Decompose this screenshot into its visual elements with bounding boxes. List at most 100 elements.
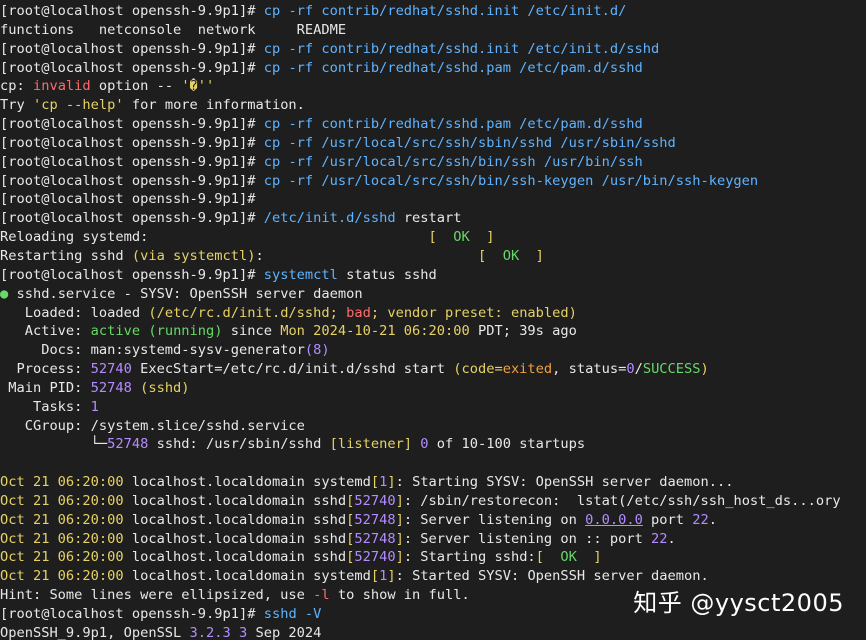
text-span: [ — [477, 247, 503, 264]
text-span: (code= — [453, 361, 503, 378]
log-date: Oct 21 06:20:00 — [0, 568, 124, 585]
command-name: /etc/init.d/sshd — [263, 210, 396, 227]
log-line: Oct 21 06:20:00 localhost.localdomain ss… — [0, 530, 866, 549]
text-span: ] — [395, 549, 404, 566]
text-span: Docs: — [0, 342, 83, 359]
text-span — [255, 116, 263, 132]
command-line: [root@localhost openssh-9.9p1]# cp -rf c… — [0, 59, 866, 78]
text-span: 0.0.0.0 — [585, 511, 643, 528]
text-span: : Starting sshd: — [403, 549, 536, 566]
text-span: 52748 — [354, 530, 396, 547]
service-cgroup-tree: └─52748 sshd: /usr/sbin/sshd [listener] … — [0, 435, 866, 454]
log-date: Oct 21 06:20:00 — [0, 474, 124, 491]
shell-prompt: [root@localhost openssh-9.9p1]# — [0, 134, 256, 151]
text-span: ] — [387, 474, 396, 491]
text-span: localhost.localdomain — [123, 549, 314, 566]
text-span: (/etc/rc.d/init.d/sshd; — [148, 304, 347, 321]
text-span: sshd — [313, 549, 347, 566]
shell-prompt: [root@localhost openssh-9.9p1]# — [0, 266, 256, 283]
command-args: restart — [395, 210, 462, 227]
text-span: [ — [370, 474, 380, 491]
text-span: sshd — [313, 492, 347, 509]
text-span: Sep 2024 — [247, 624, 322, 640]
command-args: status sshd — [337, 266, 437, 283]
text-span: : /sbin/restorecon: lstat(/etc/ssh/ssh_h… — [403, 492, 841, 509]
text-span: Active: — [0, 323, 83, 340]
command-name: cp — [263, 59, 281, 76]
text-span: 52740 — [354, 549, 396, 566]
text-span: 52748 — [354, 511, 396, 528]
log-date: Oct 21 06:20:00 — [0, 549, 124, 566]
text-span — [148, 229, 428, 245]
text-span — [255, 267, 263, 283]
shell-prompt: [root@localhost openssh-9.9p1]# — [0, 191, 256, 208]
command-args: -rf /usr/local/src/ssh/bin/ssh /usr/bin/… — [280, 153, 643, 170]
service-tasks: Tasks: 1 — [0, 398, 866, 417]
command-args: -rf contrib/redhat/sshd.pam /etc/pam.d/s… — [280, 116, 643, 133]
text-span — [264, 248, 478, 264]
command-name: cp — [263, 40, 281, 57]
text-span: localhost.localdomain — [123, 568, 314, 585]
text-span: ] — [395, 530, 404, 547]
command-name: systemctl — [263, 266, 338, 283]
ok-status: OK — [453, 229, 470, 246]
text-span: Reloading systemd: — [0, 229, 149, 246]
text-span: OpenSSH_9.9p1, OpenSSL — [0, 624, 190, 640]
text-span: (8) — [304, 342, 330, 359]
text-span: , status= — [552, 361, 627, 378]
shell-prompt: [root@localhost openssh-9.9p1]# — [0, 153, 256, 170]
command-line: [root@localhost openssh-9.9p1]# cp -rf c… — [0, 40, 866, 59]
text-span: [ — [370, 568, 380, 585]
log-line: Oct 21 06:20:00 localhost.localdomain sy… — [0, 473, 866, 492]
status-dot-icon: ● — [0, 285, 9, 302]
text-span — [255, 173, 263, 189]
text-span: └─ — [0, 436, 108, 453]
text-span: 52740 — [354, 492, 396, 509]
text-span — [255, 606, 263, 622]
service-active: Active: active (running) since Mon 2024-… — [0, 322, 866, 341]
text-span: [ — [535, 549, 561, 566]
text-span: Process: — [0, 361, 83, 378]
text-span: . — [667, 530, 676, 547]
text-span: Loaded: — [0, 304, 83, 321]
text-span: : Starting SYSV: OpenSSH server daemon..… — [395, 474, 734, 491]
text-span: (sshd) — [131, 379, 190, 396]
text-span: Mon 2024-10-21 06:20:00 — [280, 323, 470, 340]
error-line: Try 'cp --help' for more information. — [0, 96, 866, 115]
text-span: ; vendor preset: enabled) — [370, 304, 577, 321]
terminal-output[interactable]: [root@localhost openssh-9.9p1]# cp -rf c… — [0, 2, 866, 640]
log-date: Oct 21 06:20:00 — [0, 530, 124, 547]
text-span — [255, 41, 263, 57]
command-name: cp — [263, 116, 281, 133]
log-date: Oct 21 06:20:00 — [0, 511, 124, 528]
command-name: cp — [263, 153, 281, 170]
command-args: -rf contrib/redhat/sshd.init /etc/init.d… — [280, 40, 660, 57]
text-span: to show in full. — [329, 587, 470, 604]
text-span: . — [708, 511, 717, 528]
text-span: 22 — [651, 530, 668, 547]
command-name: sshd — [263, 606, 297, 622]
text-span: ] — [395, 511, 404, 528]
text-span: 52740 — [82, 361, 132, 378]
service-header: ● sshd.service - SYSV: OpenSSH server da… — [0, 285, 866, 304]
text-span: localhost.localdomain — [123, 492, 314, 509]
shell-prompt: [root@localhost openssh-9.9p1]# — [0, 210, 256, 227]
text-span: ] — [519, 247, 544, 264]
command-line: [root@localhost openssh-9.9p1]# cp -rf /… — [0, 153, 866, 172]
text-span: Tasks: — [0, 398, 83, 415]
text-span: ] — [469, 229, 495, 246]
text-span: sshd — [313, 511, 347, 528]
text-span: cp: — [0, 78, 33, 95]
command-line: [root@localhost openssh-9.9p1]# cp -rf /… — [0, 134, 866, 153]
text-span: of 10-100 startups — [428, 436, 586, 453]
service-docs: Docs: man:systemd-sysv-generator(8) — [0, 341, 866, 360]
text-span: option -- — [90, 78, 182, 95]
command-line: [root@localhost openssh-9.9p1]# — [0, 190, 866, 209]
command-line: [root@localhost openssh-9.9p1]# systemct… — [0, 266, 866, 285]
text-span: 3.2.3 3 — [189, 624, 248, 640]
text-span: loaded — [82, 304, 149, 321]
error-line: cp: invalid option -- '�'' — [0, 77, 866, 96]
blank-line — [0, 454, 866, 473]
output-line: functions netconsole network README — [0, 21, 866, 40]
text-span: ] — [576, 549, 602, 566]
